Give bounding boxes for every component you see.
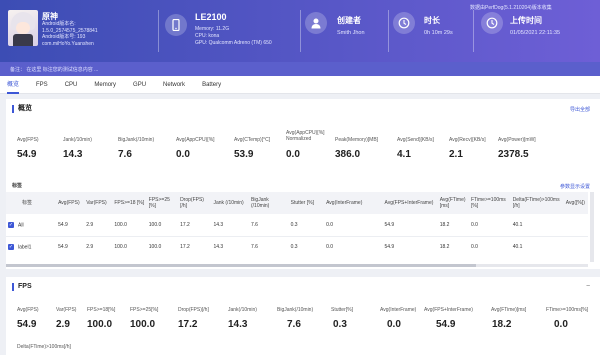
metric-value: 2.1 [449,149,463,160]
table-row[interactable]: ✓ label1 54.9 2.9 100.0 100.0 17.2 14.3 7… [6,236,588,258]
metric-label: BigJank(/10min) [277,307,314,313]
labels-title: 标签 [12,183,23,189]
metric-label: Avg(FPS+InterFrame) [424,307,473,313]
user-icon [305,12,327,34]
remark-bar: 备注： 在这里 标注您的测试信息内容 ... [0,62,600,76]
creator-label: 创建者 [337,16,361,25]
metric-label: Delta(FTime)>100ms[/h] [17,344,71,350]
metric-label: Avg(Power)[mW] [498,137,536,143]
metric-label: Jank(/10min) [228,307,257,313]
upload-time-icon [481,12,503,34]
creator-value: Smith Jhon [337,30,365,36]
column-header[interactable]: FPS>=25 [%] [146,192,179,214]
metric-value: 54.9 [17,319,37,330]
metric-value: 54.9 [17,149,37,160]
metric-value: 0.0 [554,319,568,330]
metric-value: 0.0 [387,319,401,330]
metric-value: 14.3 [63,149,83,160]
export-all-link[interactable]: 导出全部 [570,106,590,113]
metric-value: 2378.5 [498,149,529,160]
device-name: LE2100 [195,12,227,22]
table-horizontal-scrollbar[interactable] [6,264,588,267]
display-settings-link[interactable]: 参数显示设置 [560,183,590,190]
metric-label: Var(FPS) [56,307,77,313]
metric-label: BigJank(/10min) [118,137,155,143]
overview-title: 概览 [12,105,32,113]
tab-battery[interactable]: Battery [202,76,221,94]
metric-value: 7.6 [118,149,132,160]
column-header[interactable]: BigJank (/10min) [248,192,289,214]
column-header[interactable]: Delta(FTime)>100ms [/h] [510,192,564,214]
metric-value: 2.9 [56,319,70,330]
metric-value: 0.3 [333,319,347,330]
metric-value: 18.2 [492,319,512,330]
metric-value: 386.0 [335,149,361,160]
column-header[interactable]: Avg(FPS) [56,192,85,214]
tab-network[interactable]: Network [163,76,185,94]
metric-label: Avg(InterFrame) [380,307,417,313]
tab-bar: 概览 FPS CPU Memory GPU Network Battery [0,76,600,94]
tab-memory[interactable]: Memory [94,76,116,94]
column-header[interactable]: Avg(InterFrame) [324,192,383,214]
column-header[interactable]: Avg(FTime) [ms] [437,192,469,214]
app-meta: Android版本名: 1.5.0_2574575_2578841 Android版… [42,21,98,47]
metric-label: Avg(AppCPU)[%] [176,137,215,143]
metric-label: Avg(FPS) [17,137,39,143]
metric-label: Peak(Memory)[MB] [335,137,379,143]
column-header[interactable]: Jank (/10min) [211,192,249,214]
metric-label: FPS>=18[%] [87,307,116,313]
tab-fps[interactable]: FPS [36,76,48,94]
checkbox[interactable]: ✓ [8,244,14,251]
metric-label: Avg(FTime)[ms] [491,307,527,313]
clock-icon [393,12,415,34]
metric-label: FPS>=25[%] [130,307,159,313]
column-header[interactable]: Var(FPS) [84,192,113,214]
metric-label: Stutter[%] [331,307,353,313]
metric-value: 0.0 [286,149,300,160]
version-text: 数据由PerfDog(5.1.210204)版本收集 [470,5,552,11]
fps-title: FPS [12,283,32,291]
metric-label: FTime>=100ms[%] [546,307,589,313]
metric-label: Jank(/10min) [63,137,92,143]
metric-value: 4.1 [397,149,411,160]
column-header[interactable]: FPS>=18 [%] [112,192,147,214]
metric-label: Avg(Recv)[KB/s] [449,137,486,143]
metric-value: 7.6 [287,319,301,330]
metric-label: Avg(AppCPU)[%] Normalized [286,130,325,142]
labels-table: 标签 Avg(FPS) Var(FPS) FPS>=18 [%] FPS>=25… [6,192,588,258]
column-header[interactable]: Avg([%]) [563,192,588,214]
column-header[interactable]: Drop(FPS) [/h] [178,192,212,214]
app-icon [8,10,38,46]
table-row[interactable]: ✓ All 54.9 2.9 100.0 100.0 17.2 14.3 7.6 … [6,214,588,237]
metric-value: 53.9 [234,149,254,160]
device-meta: Memory: 11.2G CPU: kona GPU: Qualcomm Adre… [195,26,272,46]
table-vertical-scrollbar[interactable] [590,192,594,262]
duration-label: 时长 [424,16,440,25]
checkbox[interactable]: ✓ [8,221,14,228]
tab-overview[interactable]: 概览 [7,76,20,94]
fps-panel: FPS − Avg(FPS) 54.9 Var(FPS) 2.9 FPS>=18… [6,277,600,355]
metric-value: 17.2 [178,319,198,330]
report-header: 数据由PerfDog(5.1.210204)版本收集 原神 Android版本名… [0,0,600,62]
column-header[interactable]: Stutter [%] [288,192,325,214]
column-header[interactable]: 标签 [6,192,57,214]
upload-value: 01/05/2021 22:11:35 [510,30,561,36]
metric-label: Avg(CTemp)[°C] [234,137,271,143]
metric-value: 100.0 [87,319,113,330]
metric-label: Drop(FPS)[/h] [178,307,209,313]
metric-value: 14.3 [228,319,248,330]
metric-label: Avg(Send)[KB/s] [397,137,434,143]
tab-gpu[interactable]: GPU [133,76,146,94]
metric-value: 0.0 [176,149,190,160]
collapse-icon[interactable]: − [584,283,592,291]
tab-cpu[interactable]: CPU [65,76,78,94]
metric-value: 100.0 [130,319,156,330]
metric-value: 54.9 [436,319,456,330]
metric-label: Avg(FPS) [17,307,39,313]
phone-icon [165,14,187,36]
duration-value: 0h 10m 29s [424,30,453,36]
upload-label: 上传时间 [510,16,542,25]
column-header[interactable]: Avg(FPS+InterFrame) [382,192,438,214]
column-header[interactable]: FTime>=100ms [%] [468,192,511,214]
